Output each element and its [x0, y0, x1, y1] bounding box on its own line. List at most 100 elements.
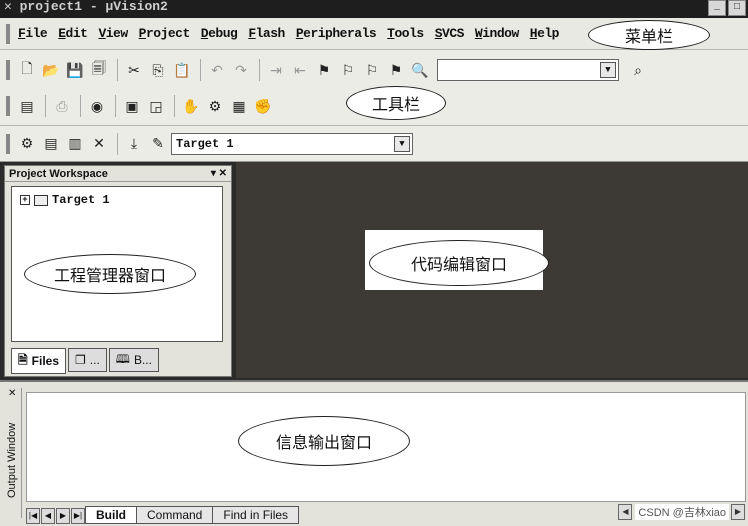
copy-icon[interactable]: ⎘ [147, 59, 169, 81]
tab-label: B... [133, 353, 152, 367]
book-icon: 🕮 [115, 351, 130, 366]
menu-window[interactable]: Window [475, 26, 519, 41]
chevron-down-icon[interactable]: ▼ [394, 135, 410, 152]
workspace-titlebar: Project Workspace ▾ ✕ [5, 166, 231, 182]
paste-icon[interactable]: 📋 [171, 59, 193, 81]
target-options-icon[interactable]: ✎ [147, 133, 169, 155]
tab-find-in-files[interactable]: Find in Files [212, 506, 300, 524]
document-icon: 🗎 [18, 352, 28, 367]
menu-project[interactable]: Project [139, 26, 191, 41]
menu-tools[interactable]: Tools [387, 26, 424, 41]
bookmark-clear-icon[interactable]: ⚑ [385, 59, 407, 81]
debug-toolbar: ▤ ⎙ ◉ ▣ ◲ ✋ ⚙ ▦ ✊ [0, 88, 276, 124]
redo-icon[interactable]: ↷ [230, 59, 252, 81]
rebuild-icon[interactable]: ▥ [64, 133, 86, 155]
callout-menubar: 菜单栏 [588, 20, 710, 50]
tab-label: ... [89, 353, 100, 367]
output-window-title: Output Window [6, 422, 18, 498]
tab-label: Files [31, 354, 60, 368]
build-icon[interactable]: ▤ [40, 133, 62, 155]
scroll-right-icon[interactable]: ▶ [731, 504, 745, 520]
undo-icon[interactable]: ↶ [206, 59, 228, 81]
menu-view[interactable]: View [98, 26, 128, 41]
folder-icon [34, 194, 48, 206]
menu-flash[interactable]: Flash [248, 26, 285, 41]
separator [200, 59, 201, 81]
workspace-toggle-icon[interactable]: ▤ [16, 95, 38, 117]
unindent-icon[interactable]: ⇤ [289, 59, 311, 81]
first-tab-icon[interactable]: |◀ [26, 508, 40, 524]
toolbar-grip[interactable] [6, 96, 10, 116]
windows-icon: ❐ [75, 353, 86, 367]
toolbar-grip[interactable] [6, 60, 10, 80]
menubar-grip[interactable] [6, 24, 10, 44]
hand-icon[interactable]: ✋ [180, 95, 202, 117]
menu-svcs[interactable]: SVCS [435, 26, 465, 41]
maximize-button[interactable]: □ [728, 0, 746, 16]
target-select[interactable]: Target 1 ▼ [171, 132, 413, 155]
next-tab-icon[interactable]: ▶ [56, 508, 70, 524]
compile-icon[interactable]: ⚙ [16, 133, 38, 155]
print-icon[interactable]: ⎙ [51, 95, 73, 117]
separator [115, 95, 116, 117]
find-combo[interactable]: ▼ [437, 59, 619, 81]
output-scrollbar[interactable]: ◀ CSDN @吉林xiao ▶ [618, 504, 746, 520]
save-all-icon[interactable]: 🗐 [88, 59, 110, 81]
separator [174, 95, 175, 117]
chevron-down-icon[interactable]: ▼ [600, 62, 616, 78]
callout-toolbar: 工具栏 [346, 86, 446, 120]
callout-project-manager: 工程管理器窗口 [24, 254, 196, 294]
prev-tab-icon[interactable]: ◀ [41, 508, 55, 524]
tab-books[interactable]: 🕮 B... [108, 348, 159, 372]
tab-files[interactable]: 🗎 Files [11, 348, 67, 374]
tree-item-target[interactable]: + Target 1 [20, 193, 110, 207]
toolbar-grip[interactable] [6, 134, 10, 154]
tree-item-label: Target 1 [52, 193, 110, 207]
workspace-tabs: 🗎 Files ❐ ... 🕮 B... [11, 348, 161, 374]
title-bar: ✕ project1 - µVision2 _ □ [0, 0, 748, 18]
output-side-bar: ✕ Output Window [4, 388, 22, 518]
workspace-controls[interactable]: ▾ ✕ [211, 166, 227, 182]
open-folder-icon[interactable]: 📂 [40, 59, 62, 81]
settings-icon[interactable]: ⚙ [204, 95, 226, 117]
bookmark-icon[interactable]: ⚑ [313, 59, 335, 81]
menu-peripherals[interactable]: Peripherals [296, 26, 377, 41]
expand-icon[interactable]: + [20, 195, 30, 205]
bookmark-next-icon[interactable]: ⚐ [337, 59, 359, 81]
save-icon[interactable]: 💾 [64, 59, 86, 81]
callout-text: 工程管理器窗口 [53, 266, 166, 285]
stop-build-icon[interactable]: ✕ [88, 133, 110, 155]
download-icon[interactable]: ⤓ [123, 133, 145, 155]
callout-text: 代码编辑窗口 [410, 255, 507, 274]
tab-command[interactable]: Command [136, 506, 214, 524]
tab-build[interactable]: Build [85, 506, 137, 524]
callout-text: 信息输出窗口 [275, 433, 372, 452]
workspace-title: Project Workspace [9, 168, 108, 180]
minimize-button[interactable]: _ [708, 0, 726, 16]
binoculars-icon[interactable]: ⌕ [627, 59, 649, 81]
target-select-value: Target 1 [176, 136, 234, 151]
build-toolbar: ⚙ ▤ ▥ ✕ ⤓ ✎ Target 1 ▼ [0, 126, 748, 162]
new-file-icon[interactable]: 🗋 [16, 59, 38, 81]
menu-edit[interactable]: Edit [58, 26, 88, 41]
menu-debug[interactable]: Debug [201, 26, 238, 41]
find-in-files-icon[interactable]: 🔍 [409, 59, 431, 81]
separator [80, 95, 81, 117]
menu-help[interactable]: Help [530, 26, 560, 41]
scroll-left-icon[interactable]: ◀ [618, 504, 633, 520]
callout-code-editor: 代码编辑窗口 [369, 240, 549, 286]
bookmark-prev-icon[interactable]: ⚐ [361, 59, 383, 81]
last-tab-icon[interactable]: ▶| [71, 508, 85, 524]
separator [117, 132, 118, 155]
debug-session-icon[interactable]: ◉ [86, 95, 108, 117]
glove-icon[interactable]: ✊ [252, 95, 274, 117]
indent-icon[interactable]: ⇥ [265, 59, 287, 81]
window-layout-icon[interactable]: ▣ [121, 95, 143, 117]
cut-icon[interactable]: ✂ [123, 59, 145, 81]
watermark: CSDN @吉林xiao [635, 504, 729, 520]
separator [259, 59, 260, 81]
menu-file[interactable]: File [18, 26, 48, 41]
tab-regs[interactable]: ❐ ... [68, 348, 107, 372]
output-window-icon[interactable]: ◲ [145, 95, 167, 117]
memory-icon[interactable]: ▦ [228, 95, 250, 117]
